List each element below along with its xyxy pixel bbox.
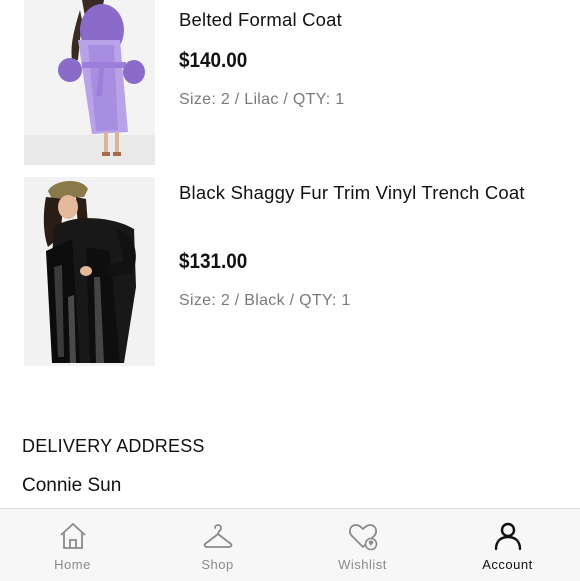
person-icon [494, 522, 521, 551]
product-price: $131.00 [179, 250, 248, 273]
tab-wishlist[interactable]: Wishlist [290, 509, 435, 581]
product-price: $140.00 [179, 49, 248, 72]
bottom-tab-bar: Home Shop Wishlist Account [0, 508, 580, 581]
tab-label: Home [54, 557, 91, 572]
tab-account[interactable]: Account [435, 509, 580, 581]
product-name[interactable]: Black Shaggy Fur Trim Vinyl Trench Coat [179, 178, 539, 207]
lilac-coat-photo [24, 0, 155, 165]
heart-icon [348, 524, 377, 551]
delivery-name: Connie Sun [22, 475, 122, 496]
product-image-black-trench[interactable] [24, 177, 155, 366]
product-details: Size: 2 / Black / QTY: 1 [179, 292, 351, 309]
tab-label: Wishlist [338, 557, 387, 572]
product-details: Size: 2 / Lilac / QTY: 1 [179, 91, 345, 108]
tab-label: Account [482, 557, 533, 572]
hanger-icon [203, 524, 232, 548]
tab-home[interactable]: Home [0, 509, 145, 581]
product-name[interactable]: Belted Formal Coat [179, 5, 539, 34]
tab-label: Shop [201, 557, 234, 572]
delivery-address-title: DELIVERY ADDRESS [22, 436, 205, 456]
product-image-lilac-coat[interactable] [24, 0, 155, 165]
tab-shop[interactable]: Shop [145, 509, 290, 581]
home-icon [59, 523, 86, 549]
black-trench-photo [24, 177, 155, 366]
